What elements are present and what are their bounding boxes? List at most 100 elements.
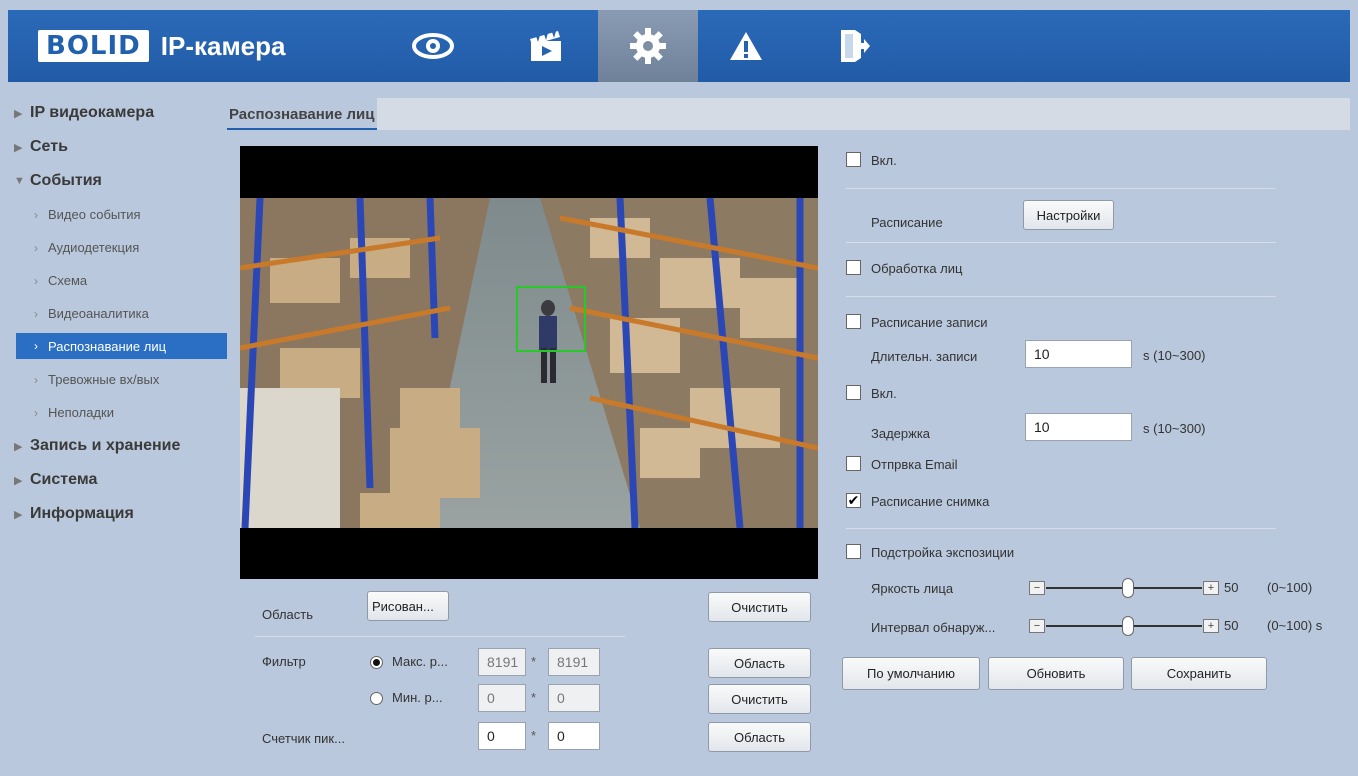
sidebar-item-label: IP видеокамера bbox=[30, 104, 155, 121]
record-duration-field[interactable]: 10 bbox=[1025, 340, 1132, 368]
divider bbox=[255, 636, 625, 637]
pixel-counter-height-field[interactable]: 0 bbox=[548, 722, 600, 750]
clear-button[interactable]: Очистить bbox=[708, 684, 811, 714]
sidebar-item-network[interactable]: ▶ Сеть bbox=[8, 130, 220, 164]
refresh-button[interactable]: Обновить bbox=[988, 657, 1124, 690]
record-schedule-label: Расписание записи bbox=[871, 315, 988, 330]
area-button[interactable]: Область bbox=[708, 648, 811, 678]
email-checkbox[interactable] bbox=[846, 456, 861, 471]
face-brightness-label: Яркость лица bbox=[871, 581, 954, 596]
tab-bar: Распознавание лиц bbox=[227, 98, 1350, 130]
default-button[interactable]: По умолчанию bbox=[842, 657, 980, 690]
sidebar-item-label: Запись и хранение bbox=[30, 437, 181, 454]
top-header: BOLID IP-камера bbox=[8, 10, 1350, 82]
sidebar-item-system[interactable]: ▶ Система bbox=[8, 463, 220, 497]
snapshot-schedule-label: Расписание снимка bbox=[871, 494, 990, 509]
save-button[interactable]: Сохранить bbox=[1131, 657, 1267, 690]
detect-interval-value: 50 bbox=[1224, 618, 1239, 633]
draw-button[interactable]: Рисован... bbox=[367, 591, 449, 621]
record-duration-label: Длительн. записи bbox=[871, 349, 978, 364]
sidebar-item-video-analytics[interactable]: › Видеоаналитика bbox=[8, 297, 220, 330]
max-size-radio[interactable] bbox=[370, 656, 383, 669]
sidebar-item-ip-camera[interactable]: ▶ IP видеокамера bbox=[8, 96, 220, 130]
sidebar-item-label: Тревожные вх/вых bbox=[48, 372, 160, 387]
max-size-label: Макс. р... bbox=[392, 654, 448, 669]
minus-icon[interactable]: − bbox=[1029, 581, 1045, 595]
face-processing-label: Обработка лиц bbox=[871, 261, 963, 276]
enable-checkbox[interactable] bbox=[846, 152, 861, 167]
video-preview[interactable] bbox=[240, 146, 818, 579]
min-height-field[interactable]: 0 bbox=[548, 684, 600, 712]
email-label: Отпрвка Email bbox=[871, 457, 958, 472]
area-label: Область bbox=[262, 607, 314, 622]
expand-arrow-icon: ▶ bbox=[14, 508, 23, 521]
logout-icon[interactable] bbox=[824, 10, 884, 82]
expand-arrow-icon: ▶ bbox=[14, 440, 23, 453]
sidebar-item-audio-detection[interactable]: › Аудиодетекция bbox=[8, 231, 220, 264]
max-height-field[interactable]: 8191 bbox=[548, 648, 600, 676]
multiply-sign: * bbox=[531, 654, 537, 669]
minus-icon[interactable]: − bbox=[1029, 619, 1045, 633]
multiply-sign: * bbox=[531, 728, 537, 743]
expand-arrow-icon: ▶ bbox=[14, 107, 23, 120]
sidebar-item-label: Аудиодетекция bbox=[48, 240, 140, 255]
schedule-settings-button[interactable]: Настройки bbox=[1023, 200, 1114, 230]
sidebar-item-label: Информация bbox=[30, 505, 134, 522]
sidebar-item-information[interactable]: ▶ Информация bbox=[8, 497, 220, 531]
sidebar-item-label: Видео события bbox=[48, 207, 141, 222]
face-brightness-value: 50 bbox=[1224, 580, 1239, 595]
divider bbox=[846, 296, 1276, 297]
divider bbox=[846, 242, 1276, 243]
sidebar-item-label: Видеоаналитика bbox=[48, 306, 149, 321]
sidebar-item-label: Сеть bbox=[30, 138, 68, 155]
sidebar-item-alarm-io[interactable]: › Тревожные вх/вых bbox=[8, 363, 220, 396]
alarm-icon[interactable] bbox=[716, 10, 776, 82]
enable-2-checkbox[interactable] bbox=[846, 385, 861, 400]
sidebar-item-label: Распознавание лиц bbox=[48, 338, 167, 354]
pixel-counter-width-field[interactable]: 0 bbox=[478, 722, 526, 750]
chevron-right-icon: › bbox=[34, 306, 38, 321]
area-button[interactable]: Область bbox=[708, 722, 811, 752]
multiply-sign: * bbox=[531, 690, 537, 705]
chevron-right-icon: › bbox=[34, 339, 38, 353]
sidebar-item-scheme[interactable]: › Схема bbox=[8, 264, 220, 297]
max-width-field[interactable]: 8191 bbox=[478, 648, 526, 676]
min-width-field[interactable]: 0 bbox=[478, 684, 526, 712]
exposure-label: Подстройка экспозиции bbox=[871, 545, 1015, 560]
filter-label: Фильтр bbox=[262, 654, 306, 669]
sidebar-item-label: Схема bbox=[48, 273, 88, 288]
plus-icon[interactable]: + bbox=[1203, 581, 1219, 595]
detect-interval-label: Интервал обнаруж... bbox=[871, 620, 996, 635]
slider-handle[interactable] bbox=[1122, 578, 1134, 598]
sidebar-item-faults[interactable]: › Неполадки bbox=[8, 396, 220, 429]
settings-icon[interactable] bbox=[598, 10, 698, 82]
chevron-right-icon: › bbox=[34, 273, 38, 288]
sidebar-item-face-recognition[interactable]: › Распознавание лиц bbox=[16, 333, 230, 359]
face-processing-checkbox[interactable] bbox=[846, 260, 861, 275]
sidebar-item-label: Система bbox=[30, 471, 98, 488]
playback-icon[interactable] bbox=[516, 10, 576, 82]
sidebar-item-video-events[interactable]: › Видео события bbox=[8, 198, 220, 231]
chevron-right-icon: › bbox=[34, 372, 38, 387]
live-view-icon[interactable] bbox=[403, 10, 463, 82]
exposure-checkbox[interactable] bbox=[846, 544, 861, 559]
tab-face-recognition[interactable]: Распознавание лиц bbox=[227, 98, 377, 130]
record-schedule-checkbox[interactable] bbox=[846, 314, 861, 329]
record-duration-range: s (10~300) bbox=[1143, 348, 1206, 363]
delay-field[interactable]: 10 bbox=[1025, 413, 1132, 441]
snapshot-schedule-checkbox[interactable]: ✔ bbox=[846, 493, 861, 508]
delay-range: s (10~300) bbox=[1143, 421, 1206, 436]
divider bbox=[846, 528, 1276, 529]
slider-handle[interactable] bbox=[1122, 616, 1134, 636]
app-title: IP-камера bbox=[160, 30, 286, 61]
detect-interval-range: (0~100) s bbox=[1267, 618, 1323, 633]
min-size-radio[interactable] bbox=[370, 692, 383, 705]
sidebar-item-events[interactable]: ▼ События bbox=[8, 164, 220, 198]
sidebar: ▶ IP видеокамера ▶ Сеть ▼ События › Видео со… bbox=[8, 96, 230, 531]
enable-2-label: Вкл. bbox=[871, 386, 897, 401]
clear-button[interactable]: Очистить bbox=[708, 592, 811, 622]
expand-arrow-icon: ▶ bbox=[14, 141, 23, 154]
sidebar-item-label: Неполадки bbox=[48, 405, 114, 420]
sidebar-item-storage[interactable]: ▶ Запись и хранение bbox=[8, 429, 220, 463]
plus-icon[interactable]: + bbox=[1203, 619, 1219, 633]
